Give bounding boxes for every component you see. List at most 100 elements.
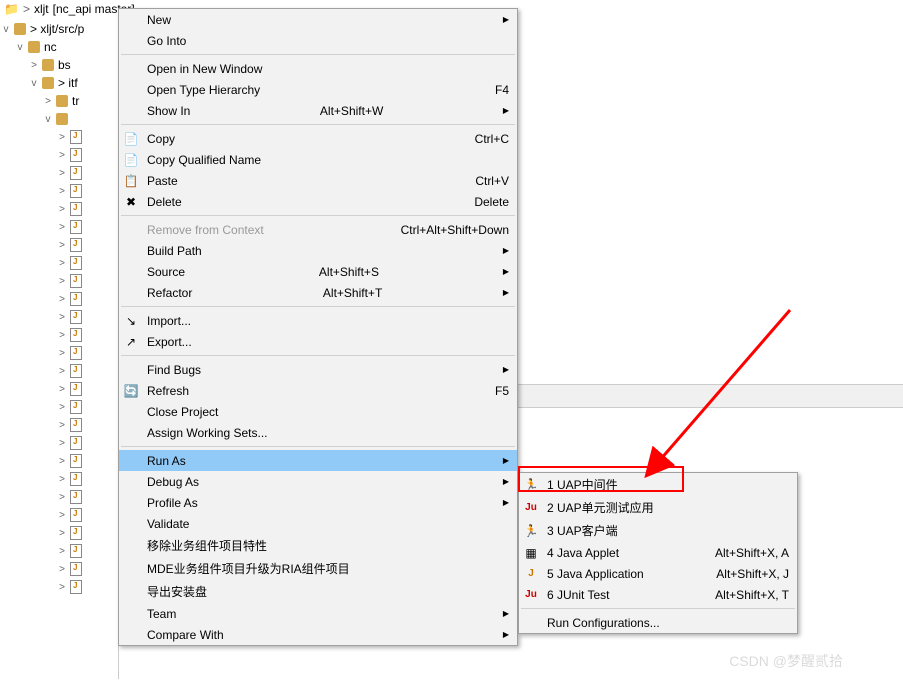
- menu-item-close-project[interactable]: Close Project: [119, 401, 517, 422]
- file-icon: [68, 579, 84, 595]
- tree-item[interactable]: >: [0, 164, 118, 182]
- tree-item[interactable]: >: [0, 578, 118, 596]
- copy-icon: 📄: [123, 152, 139, 168]
- file-icon: [68, 417, 84, 433]
- tree-item[interactable]: >: [0, 488, 118, 506]
- watermark: CSDN @梦醒贰拾: [729, 651, 843, 671]
- menu-item-run-configurations-[interactable]: Run Configurations...: [519, 612, 797, 633]
- menu-item-6-junit-test[interactable]: Ju6 JUnit TestAlt+Shift+X, T: [519, 584, 797, 605]
- file-icon: [68, 435, 84, 451]
- tree-item[interactable]: >: [0, 524, 118, 542]
- menu-item-import-[interactable]: ↘Import...: [119, 310, 517, 331]
- tree-item[interactable]: >bs: [0, 56, 118, 74]
- folder-icon: 📁: [4, 2, 19, 16]
- tree-item[interactable]: vnc: [0, 38, 118, 56]
- tree-item[interactable]: >: [0, 182, 118, 200]
- file-icon: [68, 345, 84, 361]
- file-icon: [68, 309, 84, 325]
- file-icon: [68, 399, 84, 415]
- tree-item[interactable]: >: [0, 200, 118, 218]
- tree-item[interactable]: >: [0, 128, 118, 146]
- menu-item-refresh[interactable]: 🔄RefreshF5: [119, 380, 517, 401]
- file-icon: [68, 489, 84, 505]
- menu-item-team[interactable]: Team▶: [119, 603, 517, 624]
- menu-item-mde-ria-[interactable]: MDE业务组件项目升级为RIA组件项目: [119, 557, 517, 580]
- context-menu[interactable]: New▶Go Into Open in New WindowOpen Type H…: [118, 8, 518, 646]
- tree-item[interactable]: >: [0, 434, 118, 452]
- tree-item[interactable]: >tr: [0, 92, 118, 110]
- paste-icon: 📋: [123, 173, 139, 189]
- menu-item-show-in[interactable]: Show InAlt+Shift+W▶: [119, 100, 517, 121]
- tree-item[interactable]: >: [0, 470, 118, 488]
- menu-item-source[interactable]: SourceAlt+Shift+S▶: [119, 261, 517, 282]
- ju-icon: Ju: [523, 500, 539, 516]
- menu-item-profile-as[interactable]: Profile As▶: [119, 492, 517, 513]
- file-icon: [68, 381, 84, 397]
- menu-item-4-java-applet[interactable]: ▦4 Java AppletAlt+Shift+X, A: [519, 542, 797, 563]
- file-icon: [68, 147, 84, 163]
- run-as-submenu[interactable]: 🏃1 UAP中间件Ju2 UAP单元测试应用🏃3 UAP客户端▦4 Java A…: [518, 472, 798, 634]
- file-icon: [68, 327, 84, 343]
- menu-item-paste[interactable]: 📋PasteCtrl+V: [119, 170, 517, 191]
- tree-item[interactable]: >: [0, 272, 118, 290]
- tree-item[interactable]: >: [0, 542, 118, 560]
- menu-item-open-type-hierarchy[interactable]: Open Type HierarchyF4: [119, 79, 517, 100]
- tree-item[interactable]: >: [0, 506, 118, 524]
- tree-item[interactable]: >: [0, 452, 118, 470]
- menu-item-export-[interactable]: ↗Export...: [119, 331, 517, 352]
- menu-item-copy-qualified-name[interactable]: 📄Copy Qualified Name: [119, 149, 517, 170]
- menu-item-compare-with[interactable]: Compare With▶: [119, 624, 517, 645]
- tree-item[interactable]: >: [0, 290, 118, 308]
- export-icon: ↗: [123, 334, 139, 350]
- file-icon: [68, 291, 84, 307]
- menu-item-open-in-new-window[interactable]: Open in New Window: [119, 58, 517, 79]
- menu-item-1-uap-[interactable]: 🏃1 UAP中间件: [519, 473, 797, 496]
- tree-item[interactable]: v: [0, 110, 118, 128]
- tree-item[interactable]: >: [0, 218, 118, 236]
- file-icon: [68, 507, 84, 523]
- tree-item[interactable]: v> xljt/src/p: [0, 20, 118, 38]
- breadcrumb-project[interactable]: xljt: [34, 2, 49, 16]
- menu-item-3-uap-[interactable]: 🏃3 UAP客户端: [519, 519, 797, 542]
- tree-item[interactable]: >: [0, 146, 118, 164]
- menu-item-remove-from-context[interactable]: Remove from ContextCtrl+Alt+Shift+Down: [119, 219, 517, 240]
- menu-item-debug-as[interactable]: Debug As▶: [119, 471, 517, 492]
- file-icon: [68, 201, 84, 217]
- menu-item-validate[interactable]: Validate: [119, 513, 517, 534]
- menu-item-5-java-application[interactable]: J5 Java ApplicationAlt+Shift+X, J: [519, 563, 797, 584]
- tree-item[interactable]: >: [0, 416, 118, 434]
- run-icon: 🏃: [523, 477, 539, 493]
- tree-item[interactable]: >: [0, 560, 118, 578]
- menu-item-build-path[interactable]: Build Path▶: [119, 240, 517, 261]
- tree-item[interactable]: >: [0, 326, 118, 344]
- menu-item--[interactable]: 导出安装盘: [119, 580, 517, 603]
- file-icon: [68, 471, 84, 487]
- tree-item[interactable]: >: [0, 344, 118, 362]
- menu-item-2-uap-[interactable]: Ju2 UAP单元测试应用: [519, 496, 797, 519]
- menu-item-delete[interactable]: ✖DeleteDelete: [119, 191, 517, 212]
- tree-item[interactable]: >: [0, 236, 118, 254]
- file-icon: [68, 453, 84, 469]
- refresh-icon: 🔄: [123, 383, 139, 399]
- menu-item-run-as[interactable]: Run As▶: [119, 450, 517, 471]
- menu-item--[interactable]: 移除业务组件项目特性: [119, 534, 517, 557]
- file-icon: [68, 129, 84, 145]
- tree-item[interactable]: >: [0, 254, 118, 272]
- tree-item[interactable]: >: [0, 398, 118, 416]
- menu-item-find-bugs[interactable]: Find Bugs▶: [119, 359, 517, 380]
- menu-item-assign-working-sets-[interactable]: Assign Working Sets...: [119, 422, 517, 443]
- file-icon: [68, 363, 84, 379]
- package-explorer[interactable]: v> xljt/src/pvnc>bsv> itf>trv>>>>>>>>>>>…: [0, 18, 118, 679]
- menu-item-go-into[interactable]: Go Into: [119, 30, 517, 51]
- tree-item[interactable]: >: [0, 362, 118, 380]
- menu-item-refactor[interactable]: RefactorAlt+Shift+T▶: [119, 282, 517, 303]
- file-icon: [68, 237, 84, 253]
- tree-item[interactable]: >: [0, 380, 118, 398]
- menu-item-new[interactable]: New▶: [119, 9, 517, 30]
- tree-item[interactable]: >: [0, 308, 118, 326]
- ju-icon: Ju: [523, 587, 539, 603]
- menu-item-copy[interactable]: 📄CopyCtrl+C: [119, 128, 517, 149]
- run-icon: 🏃: [523, 523, 539, 539]
- tree-item[interactable]: v> itf: [0, 74, 118, 92]
- package-icon: [26, 39, 42, 55]
